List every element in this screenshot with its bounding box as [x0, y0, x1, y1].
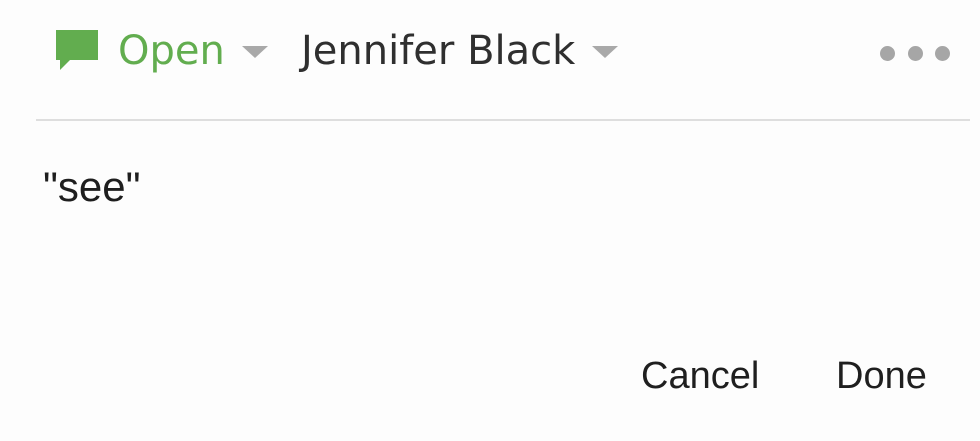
more-dots-icon — [907, 45, 923, 61]
chevron-down-icon — [592, 46, 619, 58]
status-dropdown[interactable]: Open — [52, 22, 268, 80]
more-dots-icon — [935, 45, 950, 61]
speech-bubble-icon — [56, 30, 98, 70]
more-dots-icon — [880, 45, 895, 61]
assignee-dropdown[interactable]: Jennifer Black — [301, 22, 619, 80]
comment-text[interactable]: "see" — [43, 163, 141, 210]
assignee-label: Jennifer Black — [301, 28, 576, 74]
more-options-button[interactable] — [880, 42, 950, 64]
status-label: Open — [118, 28, 225, 74]
header-divider — [36, 119, 970, 121]
task-header: Open Jennifer Black — [0, 0, 980, 120]
cancel-button[interactable]: Cancel — [641, 357, 759, 395]
chevron-down-icon — [241, 46, 268, 58]
done-button[interactable]: Done — [836, 357, 927, 395]
